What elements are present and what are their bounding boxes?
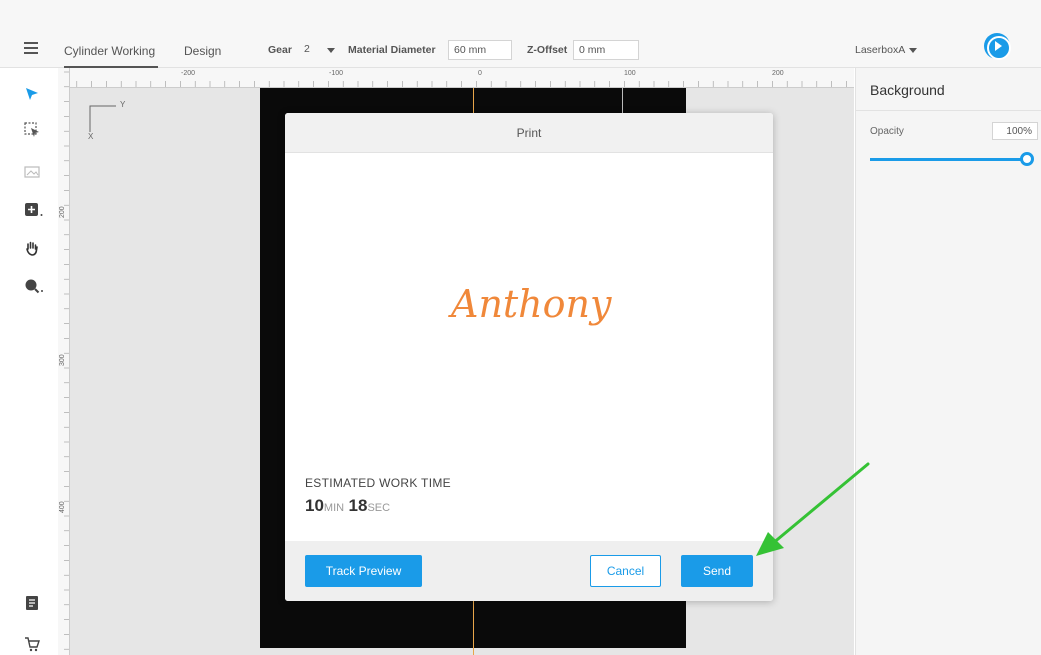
annotation-arrow-icon [756, 462, 870, 556]
tab-design[interactable]: Design [184, 44, 221, 58]
opacity-input[interactable]: 100% [992, 122, 1038, 140]
axis-y-label: Y [120, 100, 126, 109]
add-shape-icon[interactable] [24, 202, 44, 218]
send-button[interactable]: Send [681, 555, 753, 587]
axis-indicator [89, 105, 116, 132]
seconds-value: 18 [348, 496, 368, 515]
horizontal-ruler: -200 -100 0 100 200 [58, 68, 854, 88]
dialog-footer: Track Preview Cancel Send [285, 541, 773, 601]
z-offset-label: Z-Offset [527, 44, 568, 56]
cart-icon[interactable] [24, 636, 40, 652]
ruler-label: 400 [59, 501, 66, 513]
image-icon[interactable] [24, 164, 40, 180]
track-preview-button[interactable]: Track Preview [305, 555, 422, 587]
ruler-label: 100 [624, 70, 636, 77]
run-icon[interactable] [984, 33, 1011, 60]
gear-label: Gear [268, 44, 292, 56]
ruler-label: -100 [329, 70, 344, 77]
estimated-time-label: ESTIMATED WORK TIME [305, 476, 451, 490]
chevron-down-icon[interactable] [909, 48, 917, 53]
tab-cylinder-working[interactable]: Cylinder Working [64, 44, 155, 58]
cancel-button[interactable]: Cancel [590, 555, 661, 587]
top-bar: Cylinder Working Design Gear 2 Material … [0, 0, 1041, 68]
z-offset-input[interactable]: 0 mm [573, 40, 639, 60]
dialog-header: Print [285, 113, 773, 153]
select-area-icon[interactable] [24, 122, 40, 138]
axis-x-label: X [88, 132, 94, 141]
opacity-label: Opacity [870, 126, 904, 137]
dialog-title: Print [516, 126, 542, 140]
chevron-down-icon[interactable] [327, 48, 335, 53]
divider [856, 110, 1041, 111]
print-dialog: Print Anthony ESTIMATED WORK TIME 10MIN … [285, 113, 773, 601]
engraving-preview: Anthony [448, 282, 612, 326]
zoom-icon[interactable] [24, 278, 44, 294]
opacity-slider[interactable] [870, 158, 1030, 161]
vertical-ruler: 200 300 400 [58, 68, 70, 655]
app-window: Cylinder Working Design Gear 2 Material … [0, 0, 1041, 655]
menu-icon[interactable] [24, 42, 38, 54]
ruler-ticks [61, 81, 847, 87]
ruler-label: 200 [772, 70, 784, 77]
material-diameter-input[interactable]: 60 mm [448, 40, 512, 60]
hand-icon[interactable] [24, 240, 40, 256]
ruler-label: -200 [181, 70, 196, 77]
left-toolbar [0, 68, 58, 655]
opacity-slider-thumb[interactable] [1020, 152, 1034, 166]
estimated-time-value: 10MIN 18SEC [305, 496, 390, 516]
ruler-label: 0 [478, 70, 482, 77]
device-selector[interactable]: LaserboxA [855, 44, 905, 56]
minutes-unit: MIN [323, 502, 345, 514]
material-diameter-label: Material Diameter [348, 44, 436, 56]
right-panel: Background Opacity 100% [855, 68, 1041, 655]
select-arrow-icon[interactable] [24, 86, 40, 102]
seconds-unit: SEC [367, 502, 391, 514]
minutes-value: 10 [305, 496, 324, 515]
preview-signature-text: Anthony [448, 282, 612, 326]
ruler-label: 200 [59, 206, 66, 218]
document-icon[interactable] [24, 595, 40, 611]
panel-title: Background [870, 82, 945, 98]
ruler-label: 300 [59, 354, 66, 366]
